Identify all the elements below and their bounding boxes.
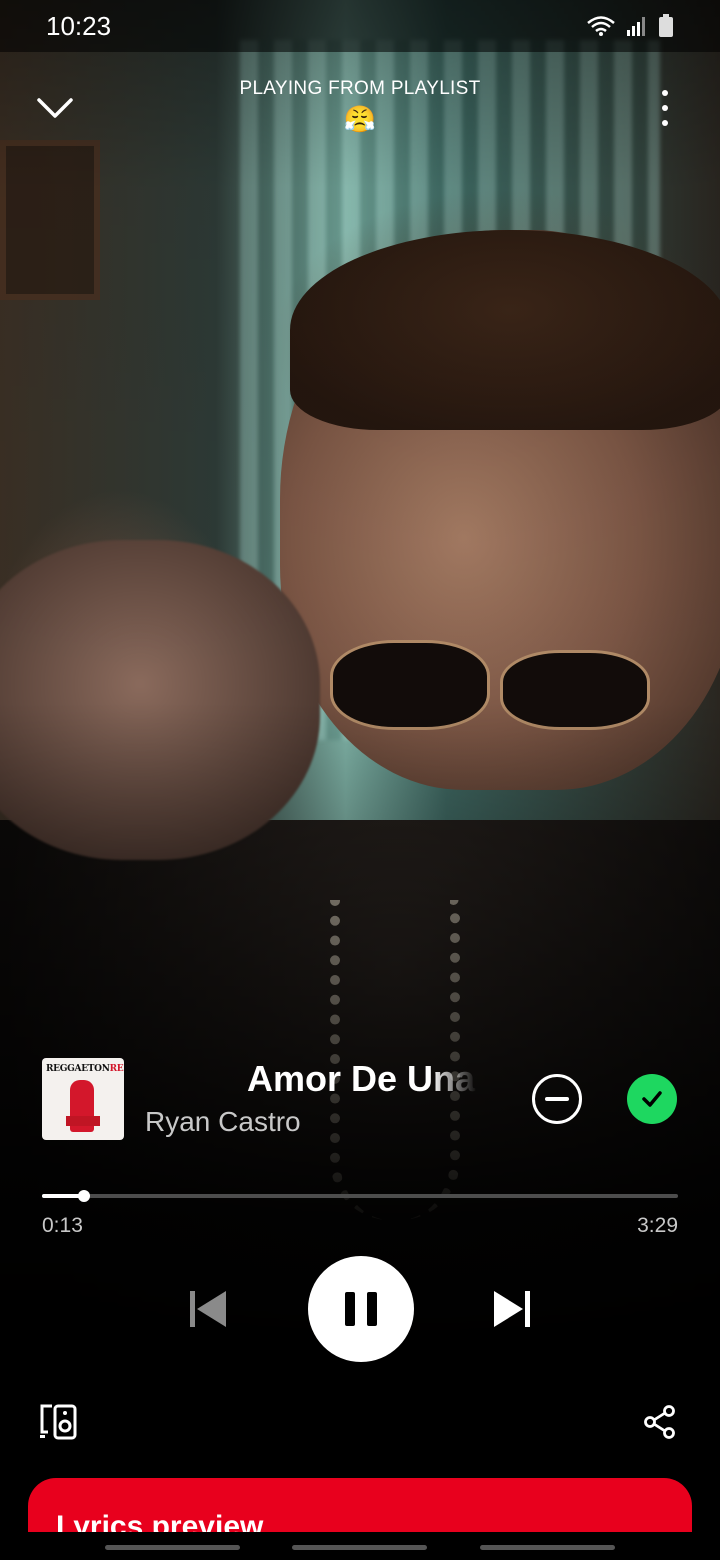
signal-icon — [627, 17, 645, 36]
elapsed-time: 0:13 — [42, 1214, 83, 1237]
track-artist[interactable]: Ryan Castro — [145, 1106, 301, 1138]
status-icons — [586, 14, 674, 38]
playback-controls — [0, 1256, 720, 1362]
chevron-down-icon — [37, 98, 73, 118]
player-header: PLAYING FROM PLAYLIST 😤 — [0, 78, 720, 148]
share-icon — [644, 1405, 675, 1439]
pause-button[interactable] — [308, 1256, 414, 1362]
track-info: REGGAETONRED Amor De Una Ryan Castro — [42, 1058, 682, 1142]
check-icon — [642, 1091, 662, 1107]
next-button[interactable] — [490, 1289, 534, 1329]
progress-track — [42, 1194, 678, 1198]
more-vertical-icon — [662, 90, 668, 96]
wifi-icon — [587, 16, 615, 36]
pause-icon — [345, 1292, 355, 1326]
playing-context[interactable]: PLAYING FROM PLAYLIST 😤 — [160, 78, 560, 135]
nav-back[interactable] — [480, 1545, 615, 1550]
share-button[interactable] — [642, 1404, 678, 1440]
skip-previous-icon — [190, 1291, 226, 1327]
track-title[interactable]: Amor De Una — [247, 1058, 477, 1100]
connect-devices-icon — [40, 1404, 77, 1440]
status-bar: 10:23 — [0, 0, 720, 52]
nav-home[interactable] — [292, 1545, 427, 1550]
collapse-button[interactable] — [34, 92, 76, 124]
skip-next-icon — [494, 1291, 530, 1327]
hide-song-button[interactable] — [532, 1074, 582, 1124]
previous-button[interactable] — [186, 1289, 230, 1329]
nav-recents[interactable] — [105, 1545, 240, 1550]
progress-bar[interactable] — [42, 1190, 678, 1202]
system-nav-bar — [0, 1532, 720, 1560]
playlist-name: 😤 — [343, 104, 377, 134]
total-time: 3:29 — [637, 1214, 678, 1237]
progress-knob[interactable] — [77, 1190, 90, 1202]
battery-icon — [659, 14, 673, 37]
more-options-button[interactable] — [656, 90, 674, 126]
minus-circle-icon — [545, 1097, 569, 1101]
album-cover[interactable]: REGGAETONRED — [42, 1058, 124, 1140]
connect-devices-button[interactable] — [38, 1402, 78, 1442]
status-clock: 10:23 — [46, 10, 112, 41]
liked-button[interactable] — [627, 1074, 677, 1124]
album-cover-title: REGGAETONRED — [46, 1064, 124, 1074]
album-cover-bag — [66, 1116, 100, 1126]
playing-from-label: PLAYING FROM PLAYLIST — [239, 78, 481, 99]
